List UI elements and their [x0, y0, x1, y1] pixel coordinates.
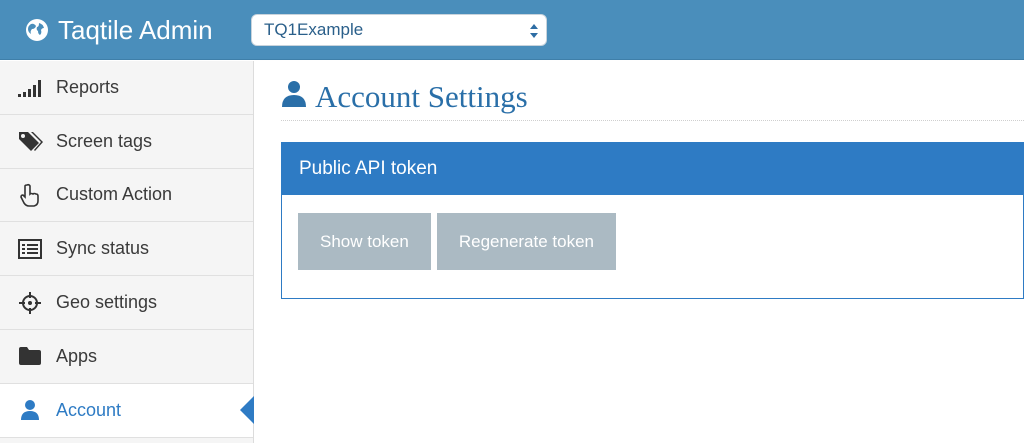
sidebar-item-custom-action[interactable]: Custom Action: [0, 169, 253, 223]
user-icon: [16, 398, 44, 422]
crosshairs-icon: [16, 291, 44, 315]
panel-body: Show token Regenerate token: [282, 195, 1023, 288]
top-bar: Taqtile Admin TQ1Example: [0, 0, 1024, 60]
sidebar-item-account[interactable]: Account: [0, 383, 253, 438]
brand[interactable]: Taqtile Admin: [24, 12, 213, 48]
sidebar-item-apps[interactable]: Apps: [0, 330, 253, 384]
list-icon: [16, 237, 44, 261]
hand-pointer-icon: [16, 183, 44, 207]
tenant-select-value: TQ1Example: [264, 20, 364, 39]
tags-icon: [16, 129, 44, 153]
show-token-button[interactable]: Show token: [298, 213, 431, 270]
page-header: Account Settings: [281, 73, 1024, 121]
folder-icon: [16, 344, 44, 368]
tenant-select[interactable]: TQ1Example: [251, 14, 547, 46]
sidebar-item-reports[interactable]: Reports: [0, 61, 253, 115]
sidebar-item-label: Geo settings: [56, 292, 158, 313]
sidebar-item-label: Sync status: [56, 238, 150, 259]
globe-icon: [24, 17, 50, 43]
sidebar-item-label: Custom Action: [56, 184, 173, 205]
regenerate-token-button[interactable]: Regenerate token: [436, 213, 616, 270]
brand-name: Taqtile Admin: [58, 14, 213, 45]
sidebar-item-label: Account: [56, 399, 122, 420]
sidebar: Reports Screen tags Custom Action Sync s…: [0, 61, 254, 443]
signal-bars-icon: [16, 75, 44, 99]
select-arrows-icon: [528, 20, 540, 42]
sidebar-item-sync-status[interactable]: Sync status: [0, 222, 253, 277]
sidebar-item-label: Apps: [56, 345, 98, 366]
sidebar-item-screen-tags[interactable]: Screen tags: [0, 115, 253, 169]
page-title: Account Settings: [315, 78, 528, 114]
main-content: Account Settings Public API token Show t…: [255, 61, 1024, 443]
sidebar-item-geo-settings[interactable]: Geo settings: [0, 276, 253, 330]
sidebar-item-label: Screen tags: [56, 130, 153, 151]
api-token-panel: Public API token Show token Regenerate t…: [281, 142, 1024, 299]
panel-heading: Public API token: [282, 143, 1023, 195]
sidebar-item-label: Reports: [56, 76, 120, 97]
user-icon: [281, 80, 307, 113]
